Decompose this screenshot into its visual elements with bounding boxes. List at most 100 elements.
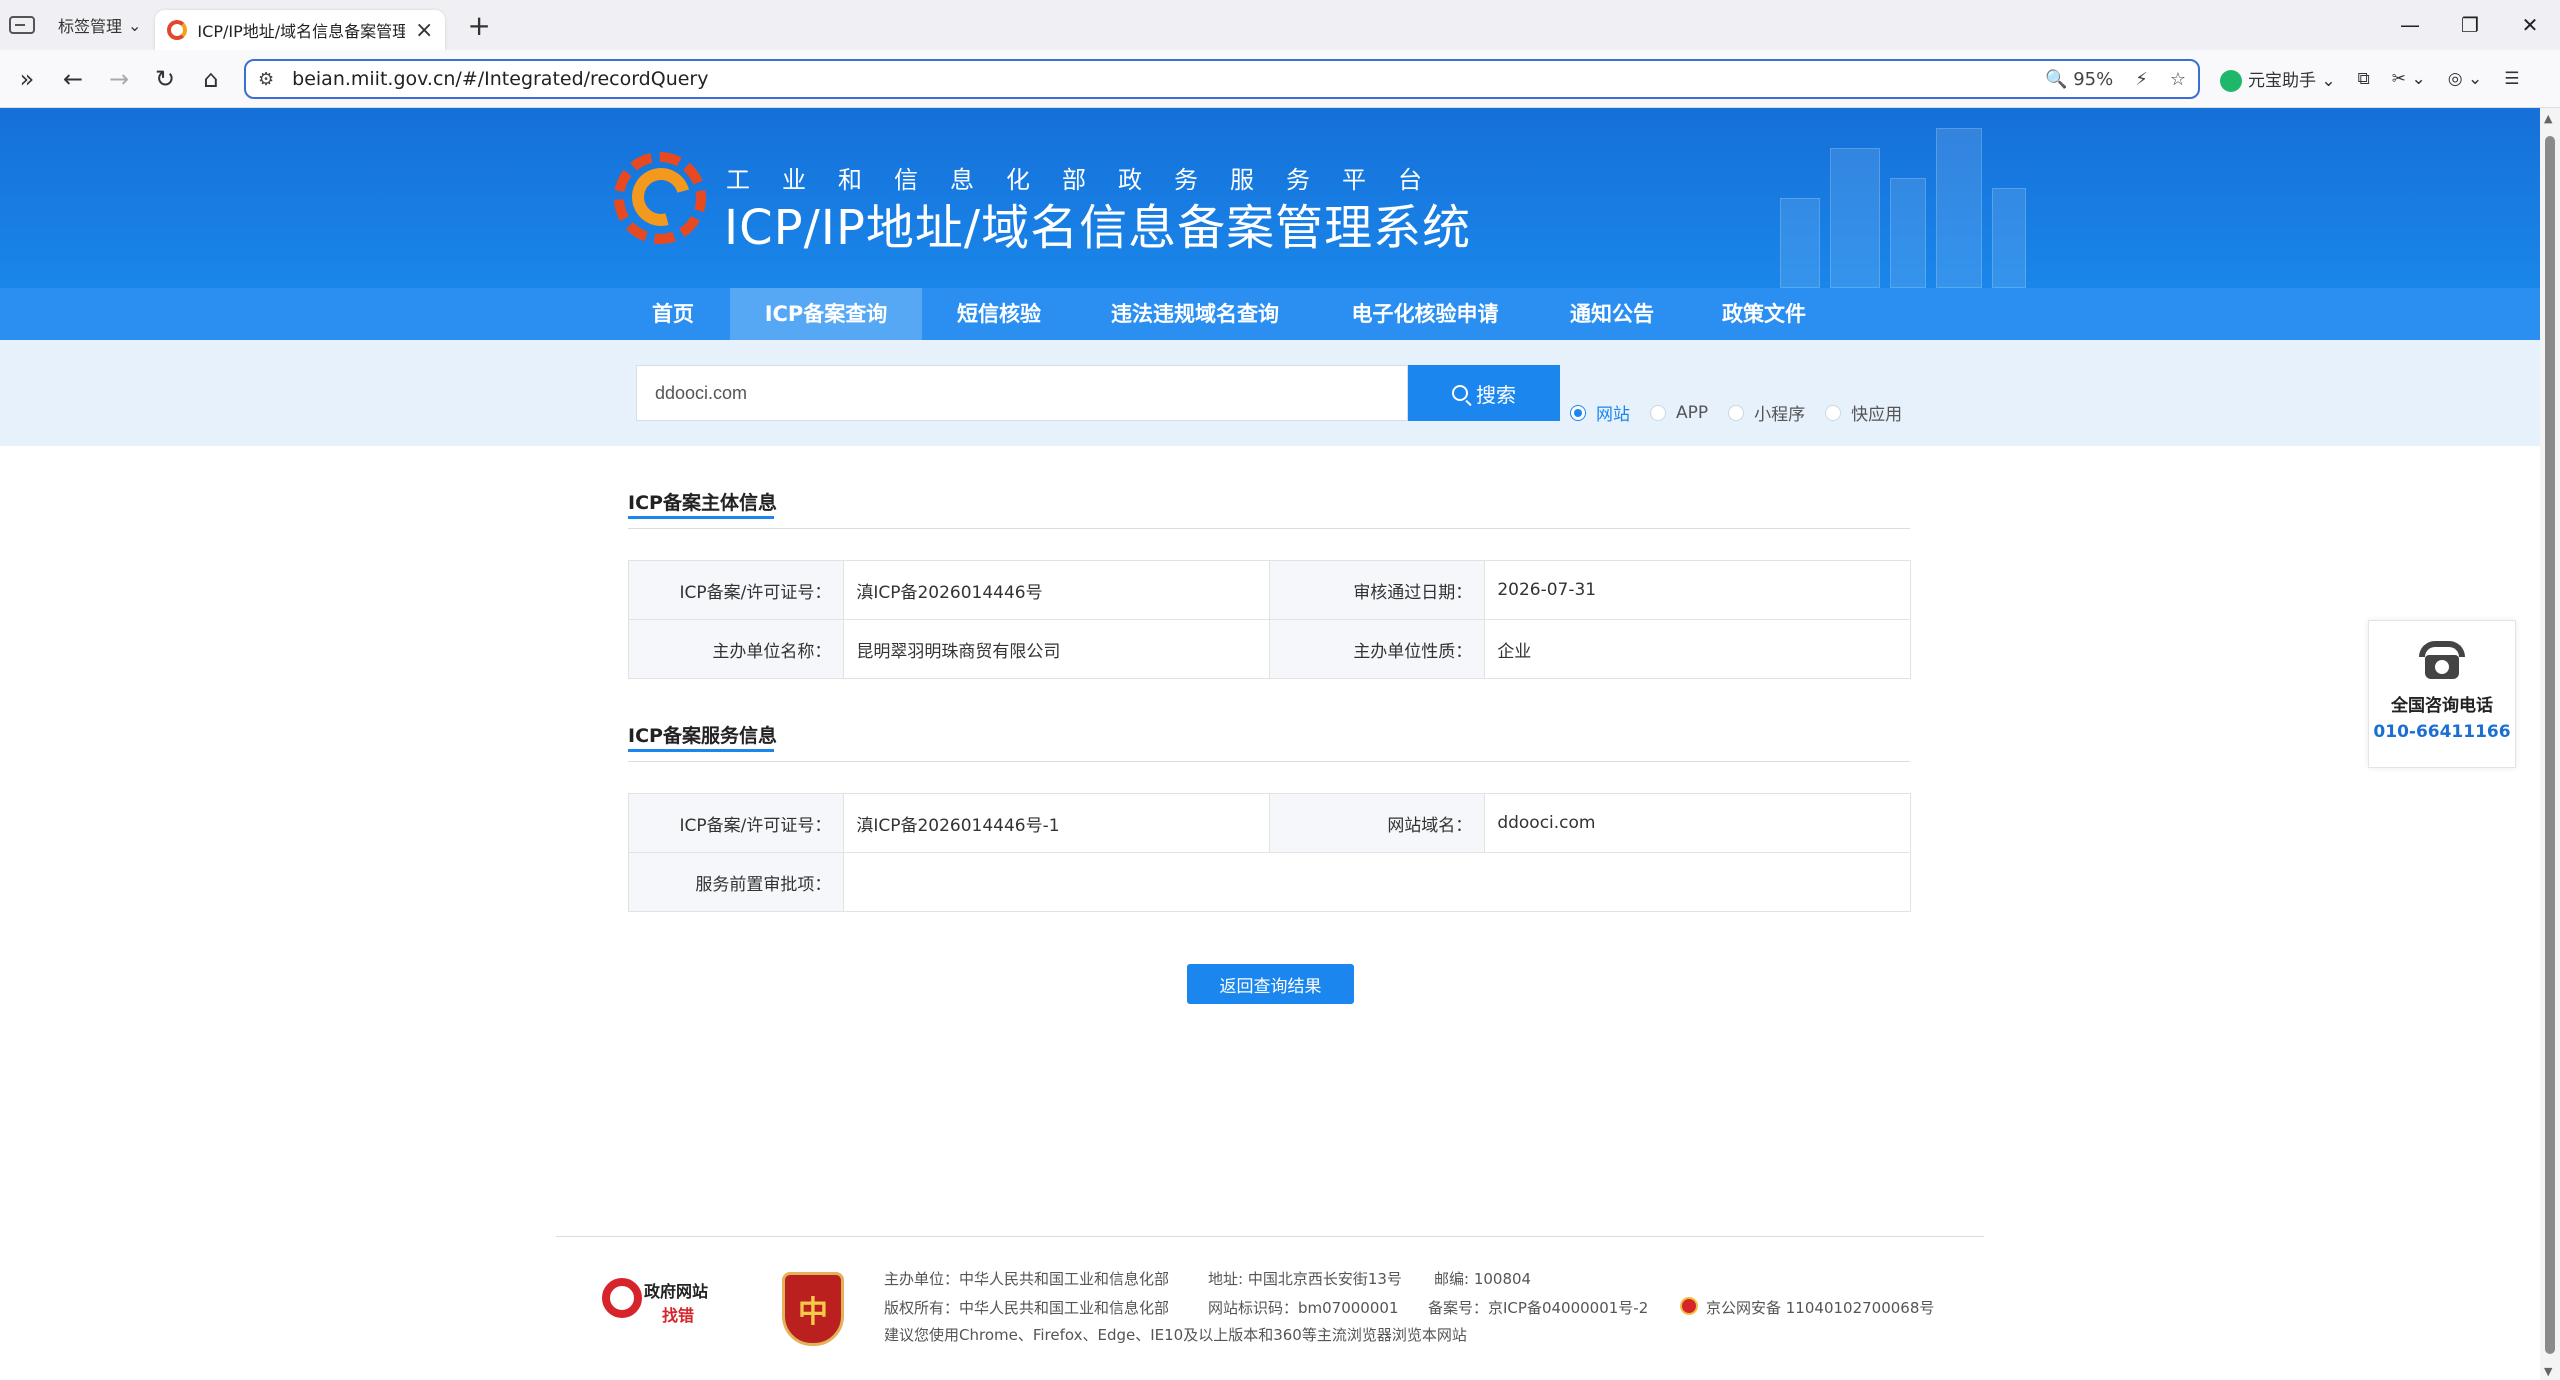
scrollbar[interactable]: ▲ ▼ xyxy=(2540,108,2560,1380)
radio-mini-program[interactable]: 小程序 xyxy=(1728,400,1805,425)
search-band: 搜索 网站 APP 小程序 快应用 xyxy=(0,340,2540,446)
table-row: 服务前置审批项： xyxy=(627,852,1911,912)
tab-group-manager[interactable]: 标签管理 ⌄ xyxy=(44,8,155,42)
scroll-up-icon[interactable]: ▲ xyxy=(2544,112,2552,125)
table-row: 主办单位名称： 昆明翠羽明珠商贸有限公司 主办单位性质： 企业 xyxy=(627,619,1911,679)
search-button[interactable]: 搜索 xyxy=(1408,365,1560,421)
nav-item-sms-verify[interactable]: 短信核验 xyxy=(940,288,1058,340)
footer-icp-link[interactable]: 备案号：京ICP备04000001号-2 xyxy=(1428,1297,1648,1318)
table-row: ICP备案/许可证号： 滇ICP备2026014446号 审核通过日期： 202… xyxy=(627,560,1911,620)
window-controls: — ❐ ✕ xyxy=(2380,0,2560,50)
extensions-icon[interactable]: ⧉ xyxy=(2358,69,2370,89)
assistant-logo-icon xyxy=(2220,70,2242,92)
back-to-results-button[interactable]: 返回查询结果 xyxy=(1187,964,1354,1004)
footer-site-id: 网站标识码：bm07000001 xyxy=(1208,1299,1399,1317)
cell-value: 昆明翠羽明珠商贸有限公司 xyxy=(843,619,1270,679)
radio-dot-icon xyxy=(1650,404,1666,421)
star-icon[interactable]: ☆ xyxy=(2170,69,2186,90)
cell-label: 网站域名： xyxy=(1268,793,1486,853)
menu-icon[interactable]: ☰ xyxy=(2504,69,2519,89)
footer-address: 地址: 中国北京西长安街13号 xyxy=(1208,1270,1402,1288)
browser-toolbar: » ← → ↻ ⌂ ⚙ beian.miit.gov.cn/#/Integrat… xyxy=(0,50,2560,108)
site-info-icon[interactable]: ⚙ xyxy=(258,69,274,90)
assistant-button[interactable]: 元宝助手 ⌄ xyxy=(2220,66,2336,92)
home-icon[interactable]: ⌂ xyxy=(188,56,234,102)
footer-postcode: 邮编: 100804 xyxy=(1434,1270,1532,1288)
nav-item-home[interactable]: 首页 xyxy=(628,288,718,340)
minimize-icon[interactable]: — xyxy=(2380,0,2440,50)
phone-icon xyxy=(2417,641,2467,681)
hotline-widget[interactable]: 全国咨询电话 010-66411166 xyxy=(2368,620,2516,768)
cell-label: 服务前置审批项： xyxy=(627,852,845,912)
cell-value: ddooci.com xyxy=(1484,793,1911,853)
nav-item-policies[interactable]: 政策文件 xyxy=(1708,288,1820,340)
footer-browser-tip: 建议您使用Chrome、Firefox、Edge、IE10及以上版本和360等主… xyxy=(884,1326,1467,1344)
gov-site-error-report-logo[interactable]: 政府网站 找错 xyxy=(600,1272,720,1332)
cell-label: 审核通过日期： xyxy=(1268,560,1486,620)
radio-dot-icon xyxy=(1728,404,1745,421)
scroll-down-icon[interactable]: ▼ xyxy=(2544,1365,2552,1378)
cell-value: 滇ICP备2026014446号 xyxy=(843,560,1270,620)
nav-item-e-verify[interactable]: 电子化核验申请 xyxy=(1336,288,1514,340)
main-nav: 首页 ICP备案查询 短信核验 违法违规域名查询 电子化核验申请 通知公告 政策… xyxy=(0,288,2540,340)
table-row: ICP备案/许可证号： 滇ICP备2026014446号-1 网站域名： ddo… xyxy=(627,793,1911,853)
tab-active[interactable]: ICP/IP地址/域名信息备案管理系 × xyxy=(155,10,446,50)
address-bar[interactable]: ⚙ beian.miit.gov.cn/#/Integrated/recordQ… xyxy=(244,59,2200,99)
radio-mini-program-label: 小程序 xyxy=(1754,405,1806,425)
cell-label: 主办单位名称： xyxy=(627,619,845,679)
service-info-table: ICP备案/许可证号： 滇ICP备2026014446号-1 网站域名： ddo… xyxy=(627,793,1911,912)
search-icon xyxy=(1452,385,1468,401)
forward-icon[interactable]: → xyxy=(96,56,142,102)
footer-copyright: 版权所有：中华人民共和国工业和信息化部 xyxy=(884,1299,1170,1317)
zoom-icon: 🔍 xyxy=(2045,68,2068,90)
cell-label: ICP备案/许可证号： xyxy=(627,560,845,620)
cell-value xyxy=(843,852,1911,912)
magnifier-icon xyxy=(602,1278,642,1318)
radio-website-label: 网站 xyxy=(1596,405,1630,425)
section-divider xyxy=(628,761,1910,762)
restore-icon[interactable]: ❐ xyxy=(2440,0,2500,50)
translate-icon[interactable]: ◎ ⌄ xyxy=(2448,69,2482,89)
subject-section-title: ICP备案主体信息 xyxy=(628,492,777,514)
close-window-icon[interactable]: ✕ xyxy=(2500,0,2560,50)
new-tab-icon[interactable]: + xyxy=(467,9,490,42)
back-icon[interactable]: ← xyxy=(50,56,96,102)
radio-dot-icon xyxy=(1570,404,1586,421)
nav-item-illegal-domain[interactable]: 违法违规域名查询 xyxy=(1100,288,1290,340)
site-header: 工业和信息化部政务服务平台 ICP/IP地址/域名信息备案管理系统 xyxy=(0,108,2540,288)
footer-divider xyxy=(556,1236,1984,1237)
party-gov-badge-logo[interactable]: 中 xyxy=(782,1272,844,1346)
radio-app[interactable]: APP xyxy=(1650,403,1708,423)
assistant-label: 元宝助手 xyxy=(2248,71,2316,91)
nav-item-notices[interactable]: 通知公告 xyxy=(1556,288,1668,340)
radio-dot-icon xyxy=(1825,404,1842,421)
reload-icon[interactable]: ↻ xyxy=(142,56,188,102)
subject-info-table: ICP备案/许可证号： 滇ICP备2026014446号 审核通过日期： 202… xyxy=(627,560,1911,679)
lightning-icon[interactable]: ⚡ xyxy=(2135,69,2148,90)
section-title-underline xyxy=(628,516,774,519)
scissors-icon[interactable]: ✂ ⌄ xyxy=(2392,69,2426,89)
tab-close-icon[interactable]: × xyxy=(415,18,433,43)
footer-organizer: 主办单位：中华人民共和国工业和信息化部 xyxy=(884,1270,1170,1288)
header-skyline-decoration xyxy=(1740,128,2100,288)
page-title: ICP/IP地址/域名信息备案管理系统 xyxy=(724,200,1472,256)
nav-item-icp-query[interactable]: ICP备案查询 xyxy=(730,288,922,340)
browser-tab-bar: 标签管理 ⌄ ICP/IP地址/域名信息备案管理系 × + — ❐ ✕ xyxy=(0,0,2560,50)
radio-website[interactable]: 网站 xyxy=(1570,400,1630,425)
service-section-title: ICP备案服务信息 xyxy=(628,725,777,747)
sidebar-toggle-icon[interactable] xyxy=(0,0,44,50)
radio-quick-app-label: 快应用 xyxy=(1851,405,1903,425)
search-input[interactable] xyxy=(636,365,1408,421)
cell-value: 企业 xyxy=(1484,619,1911,679)
cell-value: 滇ICP备2026014446号-1 xyxy=(843,793,1270,853)
hotline-number: 010-66411166 xyxy=(2373,722,2511,742)
radio-quick-app[interactable]: 快应用 xyxy=(1825,400,1902,425)
footer-police-record-link[interactable]: 京公网安备 11040102700068号 xyxy=(1706,1297,1934,1318)
zoom-indicator[interactable]: 🔍 95% xyxy=(2045,69,2113,90)
scroll-thumb[interactable] xyxy=(2545,136,2555,1354)
gov-site-logo-text: 政府网站 xyxy=(644,1282,709,1301)
url-text[interactable]: beian.miit.gov.cn/#/Integrated/recordQue… xyxy=(292,68,2045,90)
menu-expand-icon[interactable]: » xyxy=(4,56,50,102)
search-type-radio-group: 网站 APP 小程序 快应用 xyxy=(1570,400,1922,425)
badge-char: 中 xyxy=(798,1295,828,1330)
